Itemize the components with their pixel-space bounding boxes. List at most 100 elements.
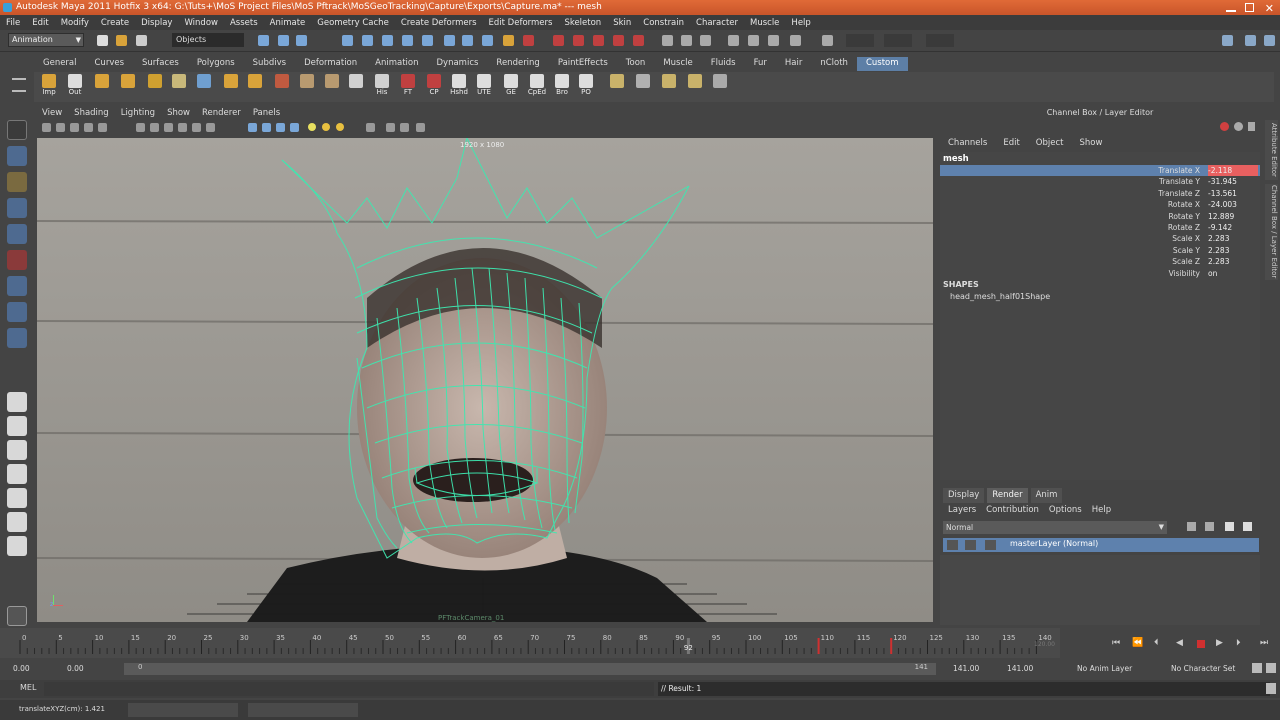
grid-toggle-icon[interactable] [98,123,107,132]
last-tool-icon[interactable] [7,328,27,348]
character-set-dropdown[interactable]: No Character Set [1168,663,1258,675]
shelf-button[interactable] [244,74,266,100]
shelf-button[interactable]: CP [423,74,445,100]
menu-animate[interactable]: Animate [264,18,312,28]
shelf-button[interactable] [345,74,367,100]
transform-y-field[interactable] [884,34,912,47]
channel-menu-show[interactable]: Show [1071,135,1110,151]
shelf-button[interactable]: FT [397,74,419,100]
make-live-icon[interactable] [422,35,433,46]
transform-icon[interactable] [728,35,739,46]
menu-edit[interactable]: Edit [26,18,54,28]
shelf-tab-surfaces[interactable]: Surfaces [133,57,188,71]
new-scene-icon[interactable] [97,35,108,46]
shelf-button[interactable]: Imp [38,74,60,100]
shelf-button[interactable]: PO [575,74,597,100]
go-to-end-icon[interactable]: ⏭ [1260,638,1268,648]
menu-assets[interactable]: Assets [224,18,264,28]
channel-row[interactable]: Visibility on [940,268,1260,279]
shelf-tab-rendering[interactable]: Rendering [487,57,548,71]
shelf-button[interactable] [606,74,628,100]
shelf-menu-icon[interactable] [12,78,26,92]
channel-row[interactable]: Scale X 2.283 [940,233,1260,244]
gate-mask-icon[interactable] [164,123,173,132]
taskbar-button[interactable] [128,703,238,717]
layer-blend-mode-dropdown[interactable]: Normal ▼ [943,521,1167,534]
shade-wireframe-icon[interactable] [276,123,285,132]
end-time-field[interactable]: 141.00 [1004,663,1054,675]
wireframe-icon[interactable] [248,123,257,132]
shelf-button[interactable] [632,74,654,100]
perspective-viewport[interactable] [37,138,933,622]
safe-title-icon[interactable] [206,123,215,132]
filter-icon[interactable] [1220,122,1229,131]
snap-grid-icon[interactable] [342,35,353,46]
render-layer-icon[interactable] [613,35,624,46]
layer-menu-layers[interactable]: Layers [943,503,981,517]
transform-icon[interactable] [768,35,779,46]
shelf-tab-polygons[interactable]: Polygons [188,57,244,71]
render-toggle-icon[interactable] [947,540,958,550]
select-tool-icon[interactable] [7,120,27,140]
toggle-tool-settings-icon[interactable] [1245,35,1256,46]
render-layer-row[interactable]: masterLayer (Normal) [943,538,1259,552]
shelf-button[interactable]: His [371,74,393,100]
menu-modify[interactable]: Modify [55,18,95,28]
isolate-select-icon[interactable] [366,123,375,132]
channel-row[interactable]: Translate Y -31.945 [940,176,1260,187]
shelf-button[interactable]: GE [500,74,522,100]
input-ops-icon[interactable] [462,35,473,46]
shelf-button[interactable]: UTE [473,74,495,100]
channel-value[interactable]: -2.118 [1208,165,1258,176]
transform-x-field[interactable] [846,34,874,47]
menu-window[interactable]: Window [178,18,224,28]
anim-layer-dropdown[interactable]: No Anim Layer [1074,663,1160,675]
layer-tab-display[interactable]: Display [943,488,985,503]
film-gate-icon[interactable] [136,123,145,132]
shelf-tab-painteffects[interactable]: PaintEffects [549,57,617,71]
channel-value[interactable]: -24.003 [1208,199,1258,210]
attribute-editor-side-tab[interactable]: Attribute Editor [1265,120,1278,180]
layout-icon[interactable] [7,440,27,460]
shelf-tab-toon[interactable]: Toon [617,57,655,71]
channel-value[interactable]: on [1208,268,1258,279]
channel-box-side-tab[interactable]: Channel Box / Layer Editor [1265,184,1278,280]
channel-menu-edit[interactable]: Edit [995,135,1027,151]
channel-menu-object[interactable]: Object [1028,135,1072,151]
resolution-gate-icon[interactable] [150,123,159,132]
toggle-attribute-editor-icon[interactable] [1222,35,1233,46]
channel-value[interactable]: 2.283 [1208,245,1258,256]
snap-plane-icon[interactable] [402,35,413,46]
menu-create[interactable]: Create [95,18,135,28]
new-layer-icon[interactable] [1225,522,1234,531]
toggle-channel-box-icon[interactable] [1264,35,1275,46]
render-region-icon[interactable] [633,35,644,46]
playback-end-field[interactable]: 141.00 [950,663,1000,675]
open-scene-icon[interactable] [116,35,127,46]
select-component-icon[interactable] [296,35,307,46]
render-layer-options-icon[interactable] [1187,522,1196,531]
textured-icon[interactable] [290,123,299,132]
viewport-menu-lighting[interactable]: Lighting [115,106,161,120]
channel-value[interactable]: 12.889 [1208,211,1258,222]
playback-start-field[interactable]: 0.00 [64,663,114,675]
rotate-tool-icon[interactable] [7,224,27,244]
viewport-menu-renderer[interactable]: Renderer [196,106,247,120]
bookmarks-icon[interactable] [70,123,79,132]
step-back-frame-icon[interactable]: ⏴ [1154,638,1159,648]
minimize-button[interactable] [1226,2,1236,12]
close-button[interactable]: ✕ [1265,1,1274,16]
layout-icon[interactable] [700,35,711,46]
history-icon[interactable] [444,35,455,46]
shape-node-name[interactable]: head_mesh_half01Shape [950,292,1050,301]
menu-geometry-cache[interactable]: Geometry Cache [311,18,395,28]
save-scene-icon[interactable] [136,35,147,46]
layer-attributes-icon[interactable] [985,540,996,550]
selection-mask-field[interactable]: Objects [172,33,244,47]
auto-key-icon[interactable] [1252,663,1262,673]
new-layer-selected-icon[interactable] [1243,522,1252,531]
high-quality-icon[interactable] [386,123,395,132]
shelf-tab-general[interactable]: General [34,57,86,71]
shelf-tab-custom[interactable]: Custom [856,57,908,71]
move-tool-icon[interactable] [7,198,27,218]
